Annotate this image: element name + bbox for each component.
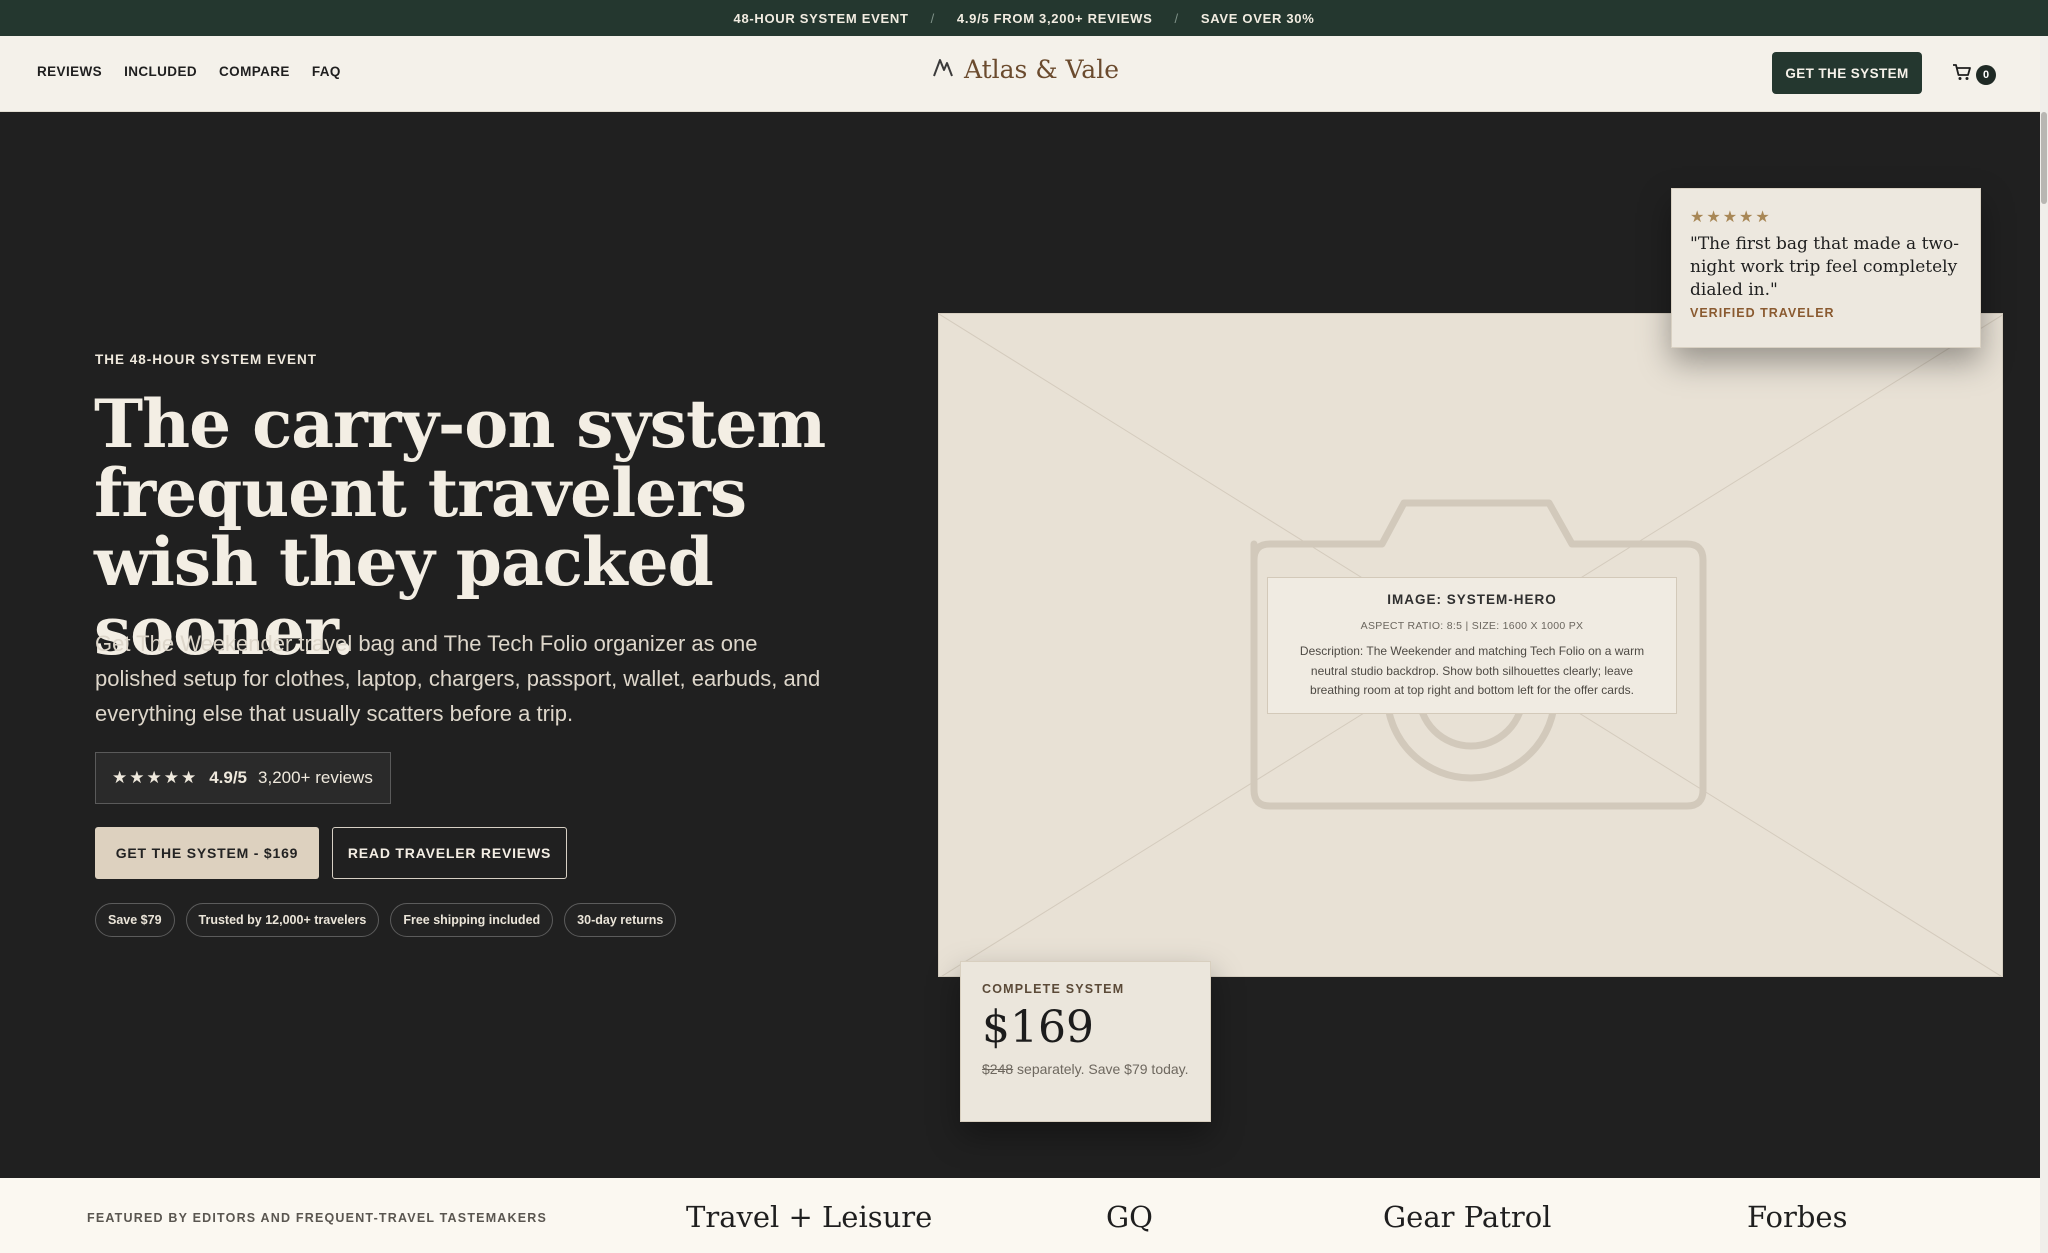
trust-badges: Save $79 Trusted by 12,000+ travelers Fr…: [95, 903, 677, 937]
hero-subcopy: Get The Weekender travel bag and The Tec…: [95, 631, 821, 726]
badge-trusted: Trusted by 12,000+ travelers: [185, 903, 380, 937]
mountain-peak-icon: [932, 54, 954, 85]
badge-savings: Save $79: [95, 903, 175, 937]
announcement-item: SAVE OVER 30%: [1200, 10, 1315, 26]
review-quote: "The first bag that made a two-night wor…: [1690, 234, 1959, 300]
press-logo-gear-patrol: Gear Patrol: [1383, 1200, 1552, 1234]
placeholder-info-card: IMAGE: SYSTEM-HERO ASPECT RATIO: 8:5 | S…: [1267, 577, 1677, 714]
read-reviews-button[interactable]: READ TRAVELER REVIEWS: [332, 827, 567, 879]
press-logo-forbes: Forbes: [1747, 1200, 1848, 1234]
cart-button[interactable]: 0: [1952, 63, 1996, 86]
price-card: COMPLETE SYSTEM $169 $248 separately. Sa…: [960, 961, 1211, 1122]
price-note: $248 separately. Save $79 today.: [982, 1058, 1189, 1080]
hero-image-placeholder: IMAGE: SYSTEM-HERO ASPECT RATIO: 8:5 | S…: [938, 313, 2003, 977]
placeholder-description: Description: The Weekender and matching …: [1299, 644, 1645, 697]
price-value: $169: [982, 1002, 1094, 1053]
nav-link-faq[interactable]: FAQ: [312, 64, 341, 79]
press-logo-travel-leisure: Travel + Leisure: [686, 1200, 933, 1234]
nav-link-included[interactable]: INCLUDED: [124, 64, 197, 79]
review-card: ★★★★★ "The first bag that made a two-nig…: [1671, 188, 1981, 348]
rating-count: 3,200+ reviews: [258, 768, 373, 787]
brand-name: Atlas & Vale: [964, 55, 1119, 84]
get-system-button[interactable]: GET THE SYSTEM - $169: [95, 827, 319, 879]
hero-headline: The carry-on system frequent travelers w…: [94, 385, 826, 670]
cart-icon: [1952, 63, 1972, 86]
hero-section: THE 48-HOUR SYSTEM EVENT The carry-on sy…: [0, 112, 2040, 1178]
site-header: REVIEWS INCLUDED COMPARE FAQ Atlas & Val…: [0, 36, 2040, 112]
placeholder-meta: ASPECT RATIO: 8:5 | SIZE: 1600 X 1000 PX: [1360, 620, 1584, 632]
badge-shipping: Free shipping included: [390, 903, 554, 937]
hero-eyebrow: THE 48-HOUR SYSTEM EVENT: [95, 352, 318, 367]
header-get-system-button[interactable]: GET THE SYSTEM: [1772, 52, 1922, 94]
announcement-bar: 48-HOUR SYSTEM EVENT / 4.9/5 FROM 3,200+…: [0, 0, 2048, 36]
brand-logo[interactable]: Atlas & Vale: [932, 54, 1119, 85]
page-scrollbar[interactable]: [2040, 36, 2048, 1253]
announcement-separator: /: [930, 10, 935, 26]
original-price: $248: [982, 1061, 1014, 1077]
announcement-item: 48-HOUR SYSTEM EVENT: [733, 10, 909, 26]
review-star-icon: ★★★★★: [1690, 209, 1772, 226]
rating-score: 4.9/5: [209, 768, 248, 787]
nav-link-reviews[interactable]: REVIEWS: [37, 64, 102, 79]
cart-count-badge: 0: [1976, 64, 1996, 85]
price-savings-note: separately. Save $79 today.: [1013, 1061, 1189, 1077]
nav-link-compare[interactable]: COMPARE: [219, 64, 290, 79]
price-label: COMPLETE SYSTEM: [982, 982, 1125, 996]
announcement-item: 4.9/5 FROM 3,200+ REVIEWS: [956, 10, 1153, 26]
primary-nav: REVIEWS INCLUDED COMPARE FAQ: [37, 64, 341, 79]
rating-summary[interactable]: ★★★★★ 4.9/5 3,200+ reviews: [95, 752, 391, 804]
announcement-separator: /: [1174, 10, 1179, 26]
press-label: FEATURED BY EDITORS AND FREQUENT-TRAVEL …: [87, 1211, 548, 1225]
star-rating-icon: ★★★★★: [112, 768, 199, 787]
scrollbar-thumb[interactable]: [2041, 112, 2047, 204]
press-bar: FEATURED BY EDITORS AND FREQUENT-TRAVEL …: [0, 1178, 2040, 1253]
badge-returns: 30-day returns: [564, 903, 677, 937]
placeholder-title: IMAGE: SYSTEM-HERO: [1387, 592, 1557, 607]
press-logo-gq: GQ: [1106, 1200, 1153, 1234]
review-author: VERIFIED TRAVELER: [1690, 306, 1835, 320]
